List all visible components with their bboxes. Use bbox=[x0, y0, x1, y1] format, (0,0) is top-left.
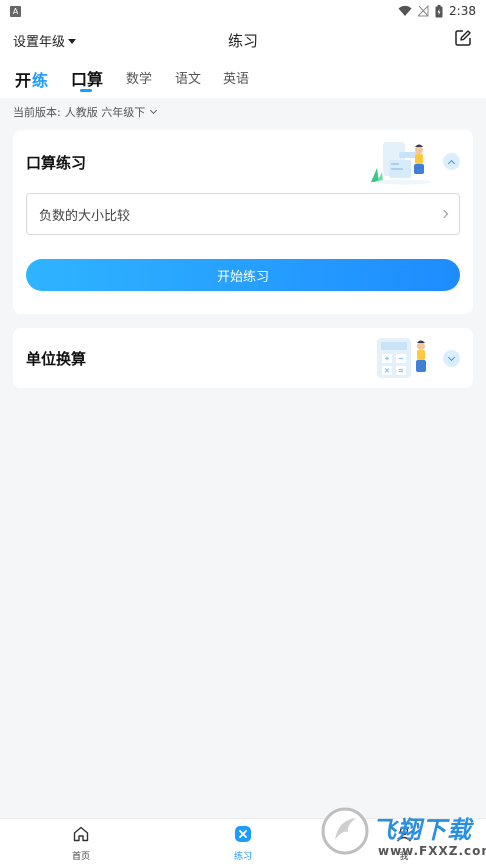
chevron-up-icon bbox=[447, 159, 456, 167]
page-title: 练习 bbox=[227, 32, 258, 50]
edit-icon[interactable] bbox=[454, 29, 472, 47]
chevron-down-icon bbox=[150, 106, 158, 115]
topic-label: 负数的大小比较 bbox=[39, 208, 131, 224]
topic-select[interactable]: 负数的大小比较 bbox=[26, 193, 460, 235]
notification-badge: A bbox=[10, 5, 21, 17]
subject-tabs: 开练 口算 数学 语文 英语 bbox=[0, 58, 486, 98]
nav-practice-label: 练习 bbox=[233, 852, 252, 862]
card-title: 单位换算 bbox=[26, 350, 87, 368]
active-tab-indicator bbox=[80, 89, 92, 92]
practice-icon bbox=[235, 826, 251, 842]
tab-english[interactable]: 英语 bbox=[223, 68, 249, 87]
chevron-down-icon bbox=[447, 353, 456, 361]
wifi-icon bbox=[398, 5, 412, 16]
nav-home[interactable]: 首页 bbox=[51, 825, 111, 862]
chevron-right-icon bbox=[439, 209, 449, 219]
tab-chinese[interactable]: 语文 bbox=[175, 68, 201, 87]
watermark-url: www.FXXZ.com bbox=[378, 844, 486, 858]
brand-logo: 开练 bbox=[15, 71, 50, 90]
clock: 2:38 bbox=[449, 4, 476, 18]
status-icons: 2:38 bbox=[398, 4, 476, 18]
watermark-text: 飞翔下载 bbox=[372, 816, 472, 844]
tab-kousuan[interactable]: 口算 bbox=[71, 66, 103, 90]
nav-home-label: 首页 bbox=[71, 852, 90, 862]
version-label: 当前版本: bbox=[13, 106, 61, 119]
unit-conversion-card[interactable]: 单位换算 bbox=[13, 328, 473, 388]
site-watermark: 飞翔下载 www.FXXZ.com bbox=[318, 802, 486, 864]
version-selector[interactable]: 当前版本: 人教版 六年级下 bbox=[13, 104, 158, 120]
oral-practice-card: 口算练习 负数的大小比较 开始练习 bbox=[13, 130, 473, 314]
collapse-button[interactable] bbox=[443, 153, 460, 170]
home-icon bbox=[73, 826, 89, 842]
nav-practice[interactable]: 练习 bbox=[213, 825, 273, 862]
card-title: 口算练习 bbox=[26, 154, 87, 172]
battery-icon bbox=[435, 4, 443, 17]
calculator-illustration bbox=[377, 338, 426, 378]
student-tablet-illustration bbox=[371, 142, 431, 185]
no-signal-icon bbox=[418, 5, 429, 17]
watermark-logo-icon bbox=[321, 807, 369, 855]
app-header: 设置年级 练习 bbox=[0, 22, 486, 58]
version-value: 人教版 六年级下 bbox=[64, 106, 146, 119]
start-practice-button[interactable]: 开始练习 bbox=[26, 259, 460, 291]
status-bar: A 2:38 bbox=[0, 0, 486, 22]
expand-button[interactable] bbox=[443, 350, 460, 367]
tab-math[interactable]: 数学 bbox=[126, 68, 152, 87]
